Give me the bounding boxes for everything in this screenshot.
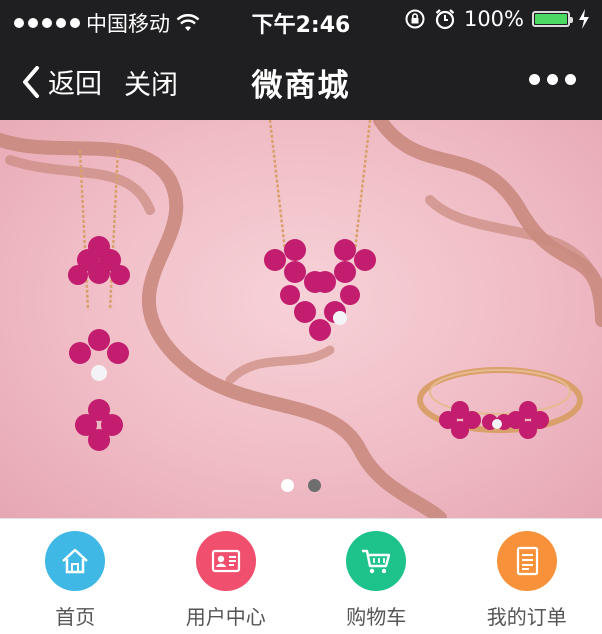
order-list-icon	[510, 544, 544, 578]
tab-label: 购物车	[346, 601, 406, 630]
tab-label: 首页	[55, 601, 95, 630]
home-icon	[58, 544, 92, 578]
tab-cart[interactable]: 购物车	[301, 519, 452, 634]
order-list-icon-circle	[497, 531, 557, 591]
ruby-ring	[420, 370, 580, 439]
carousel-pager[interactable]	[0, 479, 602, 492]
rotation-lock-icon	[404, 8, 426, 30]
charging-icon	[578, 9, 590, 29]
tab-home[interactable]: 首页	[0, 519, 151, 634]
tab-label: 我的订单	[487, 601, 567, 630]
back-label: 返回	[48, 62, 102, 101]
user-card-icon-circle	[196, 531, 256, 591]
heart-necklace-center	[264, 120, 376, 341]
pendant-necklace-left	[68, 150, 130, 451]
alarm-icon	[434, 8, 456, 30]
pager-dot[interactable]	[308, 479, 321, 492]
tab-label: 用户中心	[186, 601, 266, 630]
chevron-left-icon	[20, 65, 42, 99]
more-dots-icon[interactable]	[529, 74, 576, 85]
battery-percent: 100%	[464, 7, 524, 31]
shopping-cart-icon-circle	[346, 531, 406, 591]
pager-dot[interactable]	[281, 479, 294, 492]
tab-user-center[interactable]: 用户中心	[151, 519, 302, 634]
nav-bar: 返回 关闭 微商城	[0, 40, 602, 120]
banner-carousel[interactable]	[0, 120, 602, 518]
home-icon-circle	[45, 531, 105, 591]
tab-my-orders[interactable]: 我的订单	[452, 519, 602, 634]
jewelry-banner-image	[0, 120, 602, 518]
back-button[interactable]: 返回	[20, 62, 102, 101]
bottom-tab-bar: 首页 用户中心 购物车 我的订单	[0, 518, 602, 634]
battery-icon	[532, 11, 570, 27]
shopping-cart-icon	[359, 544, 393, 578]
close-button[interactable]: 关闭	[124, 63, 178, 102]
status-right: 100%	[404, 7, 590, 31]
user-card-icon	[209, 544, 243, 578]
status-bar: 中国移动 下午2:46 100%	[0, 0, 602, 40]
